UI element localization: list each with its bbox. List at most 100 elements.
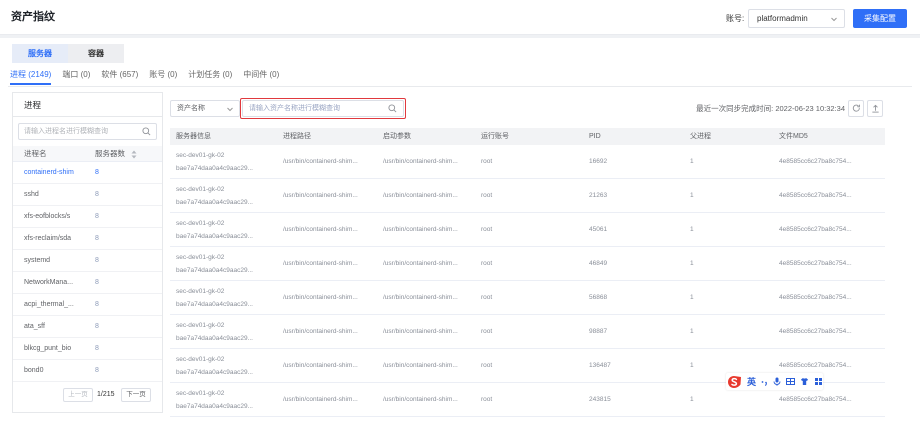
pid: 243815 <box>589 396 611 403</box>
tab-scheduled-task[interactable]: 计划任务 (0) <box>188 69 232 81</box>
run-account: root <box>481 158 493 165</box>
process-list-item[interactable]: xfs-reclaim/sda 8 <box>13 228 162 250</box>
server-info: sec-dev01-gk-02 bae7a74daa0a4c9aac29... <box>176 183 283 209</box>
process-list-item[interactable]: containerd-shim 8 <box>13 162 162 184</box>
server-info: sec-dev01-gk-02 bae7a74daa0a4c9aac29... <box>176 353 283 379</box>
start-args: /usr/bin/containerd-shim... <box>383 226 458 233</box>
table-row[interactable]: sec-dev01-gk-02 bae7a74daa0a4c9aac29... /u… <box>170 145 885 179</box>
server-id: bae7a74daa0a4c9aac29... <box>176 368 253 376</box>
ime-toolbar[interactable]: 英 <box>726 373 823 390</box>
server-count-link[interactable]: 8 <box>95 228 99 250</box>
server-count-link[interactable]: 8 <box>95 162 99 184</box>
process-list-item[interactable]: NetworkMana... 8 <box>13 272 162 294</box>
process-name: sshd <box>24 191 39 198</box>
server-count-link[interactable]: 8 <box>95 338 99 360</box>
pid: 45061 <box>589 226 608 233</box>
process-panel-title: 进程 <box>13 93 162 117</box>
process-list-item[interactable]: acpi_thermal_... 8 <box>13 294 162 316</box>
start-args: /usr/bin/containerd-shim... <box>383 158 458 165</box>
pagination: 上一页 1/215 下一页 <box>13 388 162 402</box>
server-count-link[interactable]: 8 <box>95 272 99 294</box>
server-info: sec-dev01-gk-02 bae7a74daa0a4c9aac29... <box>176 387 283 413</box>
tab-process[interactable]: 进程 (2149) <box>10 69 52 85</box>
process-list-item[interactable]: systemd 8 <box>13 250 162 272</box>
chevron-down-icon <box>831 17 837 22</box>
table-row[interactable]: sec-dev01-gk-02 bae7a74daa0a4c9aac29... /u… <box>170 315 885 349</box>
parent-pid: 1 <box>690 362 694 369</box>
account-label: 账号: <box>726 14 745 23</box>
refresh-button[interactable] <box>848 100 864 117</box>
page-title: 资产指纹 <box>11 11 55 23</box>
process-name: containerd-shim <box>24 169 74 176</box>
sort-icon[interactable] <box>131 150 137 159</box>
export-button[interactable] <box>867 100 883 117</box>
account-select-value: platformadmin <box>757 14 808 23</box>
skin-icon[interactable] <box>800 377 809 386</box>
tab-servers[interactable]: 服务器 <box>12 44 68 63</box>
process-list-item[interactable]: blkcg_punt_bio 8 <box>13 338 162 360</box>
process-list-item[interactable]: sshd 8 <box>13 184 162 206</box>
keyboard-icon[interactable] <box>786 377 796 386</box>
tab-middleware[interactable]: 中间件 (0) <box>243 69 279 81</box>
process-path: /usr/bin/containerd-shim... <box>283 294 358 301</box>
column-header-server-count[interactable]: 服务器数 <box>95 146 125 162</box>
server-info: sec-dev01-gk-02 bae7a74daa0a4c9aac29... <box>176 285 283 311</box>
last-sync-label: 最近一次同步完成时间: <box>696 104 774 113</box>
process-list-item[interactable]: ata_sff 8 <box>13 316 162 338</box>
collect-config-button[interactable]: 采集配置 <box>853 9 907 28</box>
parent-pid: 1 <box>690 192 694 199</box>
server-name: sec-dev01-gk-02 <box>176 287 225 295</box>
server-id: bae7a74daa0a4c9aac29... <box>176 232 253 240</box>
server-info: sec-dev01-gk-02 bae7a74daa0a4c9aac29... <box>176 319 283 345</box>
server-name: sec-dev01-gk-02 <box>176 253 225 261</box>
parent-pid: 1 <box>690 294 694 301</box>
next-page-button[interactable]: 下一页 <box>121 388 151 402</box>
server-count-link[interactable]: 8 <box>95 294 99 316</box>
process-list-item[interactable]: xfs-eofblocks/s 8 <box>13 206 162 228</box>
microphone-icon[interactable] <box>773 377 781 386</box>
server-id: bae7a74daa0a4c9aac29... <box>176 334 253 342</box>
pid: 98887 <box>589 328 608 335</box>
tab-containers[interactable]: 容器 <box>68 44 124 63</box>
server-count-link[interactable]: 8 <box>95 206 99 228</box>
server-count-link[interactable]: 8 <box>95 184 99 206</box>
process-list-item[interactable]: bond0 8 <box>13 360 162 382</box>
toolbox-icon[interactable] <box>814 377 823 386</box>
column-header: 进程路径 <box>283 133 311 140</box>
parent-pid: 1 <box>690 260 694 267</box>
process-path: /usr/bin/containerd-shim... <box>283 328 358 335</box>
search-icon[interactable] <box>142 127 151 136</box>
prev-page-button[interactable]: 上一页 <box>63 388 93 402</box>
start-args: /usr/bin/containerd-shim... <box>383 294 458 301</box>
tab-account[interactable]: 账号 (0) <box>149 69 177 81</box>
pid: 136487 <box>589 362 611 369</box>
process-name: acpi_thermal_... <box>24 301 74 308</box>
sogou-logo-icon[interactable] <box>727 375 742 389</box>
server-count-link[interactable]: 8 <box>95 316 99 338</box>
process-name: bond0 <box>24 367 44 374</box>
fingerprint-category-tabs: 进程 (2149) 端口 (0) 软件 (657) 账号 (0) 计划任务 (0) 中间件… <box>10 69 279 85</box>
file-md5: 4e8585cc6c27ba8c754... <box>779 192 852 199</box>
main-card: 服务器 容器 进程 (2149) 端口 (0) 软件 (657) 账号 (0) 计划任务 … <box>0 38 920 426</box>
start-args: /usr/bin/containerd-shim... <box>383 396 458 403</box>
table-row[interactable]: sec-dev01-gk-02 bae7a74daa0a4c9aac29... /u… <box>170 247 885 281</box>
table-row[interactable]: sec-dev01-gk-02 bae7a74daa0a4c9aac29... /u… <box>170 281 885 315</box>
tab-port[interactable]: 端口 (0) <box>62 69 90 81</box>
run-account: root <box>481 226 493 233</box>
server-count-link[interactable]: 8 <box>95 360 99 382</box>
server-id: bae7a74daa0a4c9aac29... <box>176 266 253 274</box>
tab-software[interactable]: 软件 (657) <box>101 69 138 81</box>
ime-language-toggle[interactable]: 英 <box>747 377 756 387</box>
table-row[interactable]: sec-dev01-gk-02 bae7a74daa0a4c9aac29... /u… <box>170 179 885 213</box>
account-select[interactable]: platformadmin <box>748 9 845 28</box>
pid: 16692 <box>589 158 608 165</box>
process-path: /usr/bin/containerd-shim... <box>283 396 358 403</box>
process-search-input[interactable] <box>19 124 141 139</box>
asset-filter-select[interactable]: 资产名称 <box>170 100 240 117</box>
server-info: sec-dev01-gk-02 bae7a74daa0a4c9aac29... <box>176 149 283 175</box>
process-path: /usr/bin/containerd-shim... <box>283 158 358 165</box>
punctuation-icon[interactable] <box>761 377 768 386</box>
table-row[interactable]: sec-dev01-gk-02 bae7a74daa0a4c9aac29... /u… <box>170 213 885 247</box>
pid: 56868 <box>589 294 608 301</box>
server-count-link[interactable]: 8 <box>95 250 99 272</box>
